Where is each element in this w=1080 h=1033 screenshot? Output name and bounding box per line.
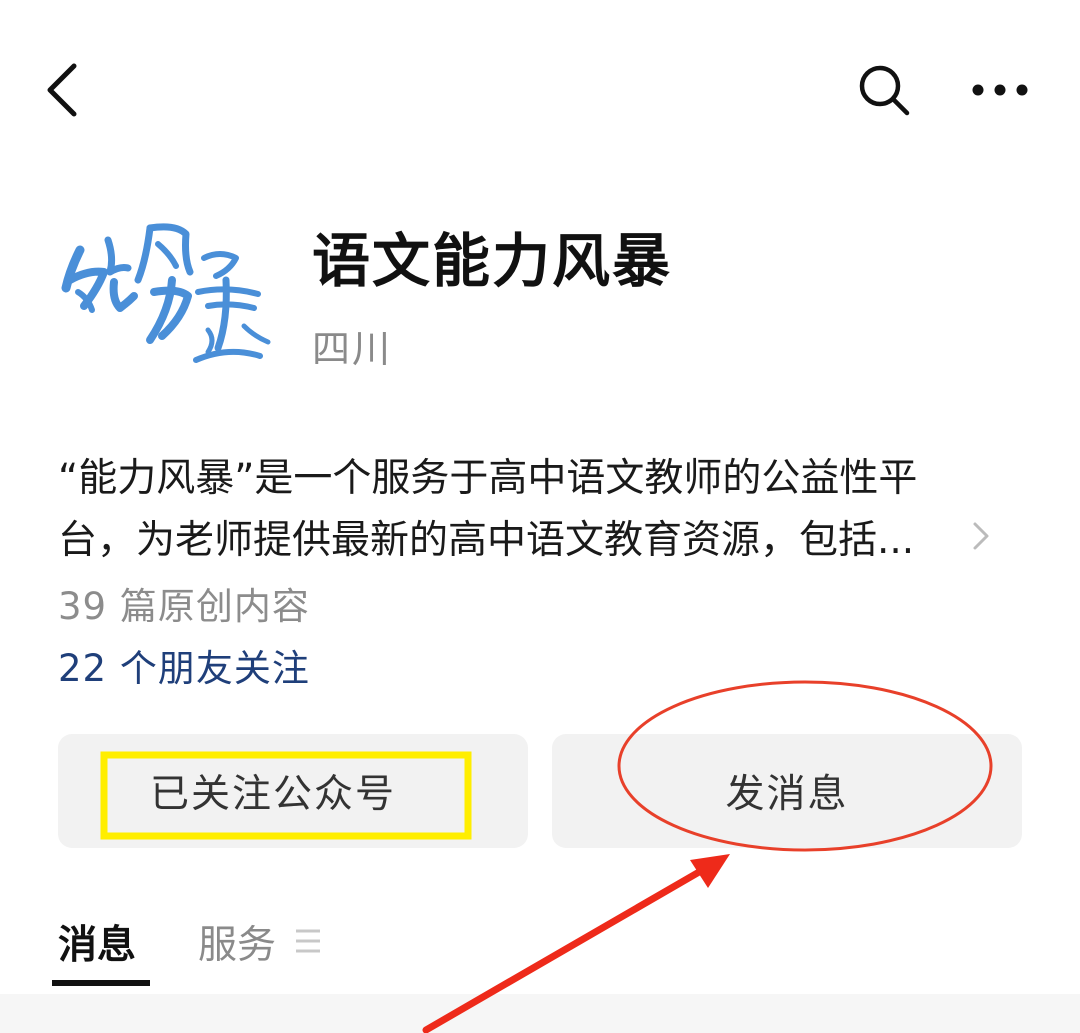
more-options-button[interactable] — [968, 70, 1032, 110]
friends-following-link[interactable]: 22 个朋友关注 — [58, 638, 310, 692]
active-tab-indicator — [52, 980, 150, 986]
avatar[interactable] — [58, 210, 278, 370]
send-message-button-label: 发消息 — [725, 772, 849, 817]
calligraphy-logo — [61, 223, 271, 363]
send-message-button[interactable]: 发消息 — [552, 734, 1022, 848]
back-button[interactable] — [40, 60, 90, 120]
description-line-2: 台，为老师提供最新的高中语文教育资源，包括... — [58, 518, 915, 563]
account-name: 语文能力风暴 — [312, 227, 673, 295]
expand-description-button[interactable] — [966, 516, 996, 556]
search-button[interactable] — [856, 62, 912, 118]
red-arrow-head — [690, 854, 730, 888]
followed-button-label: 已关注公众号 — [149, 772, 396, 817]
services-menu-button[interactable] — [294, 927, 322, 955]
description-line-1: “能力风暴”是一个服务于高中语文教师的公益性平 — [58, 456, 918, 501]
chevron-right-icon — [973, 522, 989, 550]
account-region: 四川 — [312, 327, 393, 371]
chevron-left-icon — [47, 63, 77, 117]
tab-services[interactable]: 服务 — [198, 914, 276, 970]
original-content-count: 39 篇原创内容 — [58, 585, 310, 628]
search-icon — [859, 65, 910, 116]
followed-button[interactable]: 已关注公众号 — [58, 734, 528, 848]
account-description[interactable]: “能力风暴”是一个服务于高中语文教师的公益性平 台，为老师提供最新的高中语文教育… — [58, 448, 958, 572]
content-area-top — [0, 994, 1080, 1033]
tab-messages[interactable]: 消息 — [58, 914, 136, 970]
ellipsis-icon — [972, 84, 1028, 96]
menu-lines-icon — [296, 929, 320, 953]
